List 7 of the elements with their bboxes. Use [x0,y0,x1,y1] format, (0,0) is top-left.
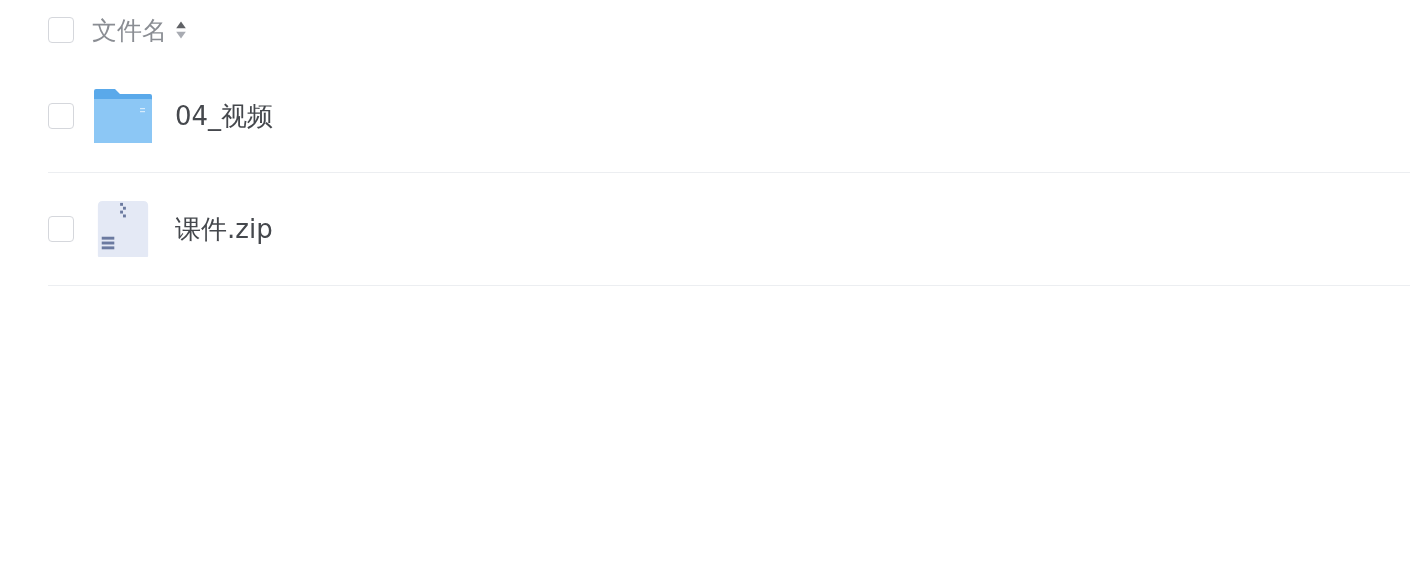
row-checkbox[interactable] [48,103,74,129]
sort-icon[interactable] [175,19,187,41]
row-checkbox[interactable] [48,216,74,242]
select-all-checkbox[interactable] [48,17,74,43]
file-name[interactable]: 课件.zip [175,211,273,247]
folder-icon [93,87,153,145]
file-name[interactable]: 04_视频 [175,98,274,134]
